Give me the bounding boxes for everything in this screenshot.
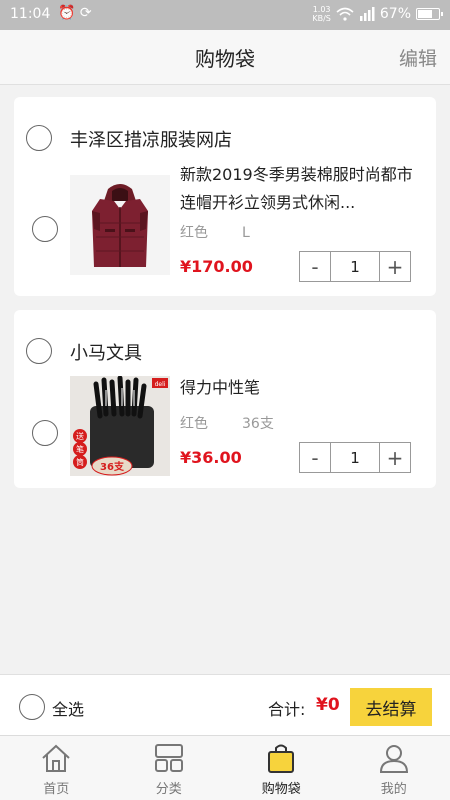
quantity-value[interactable]: 1: [330, 443, 380, 472]
decrease-quantity-button[interactable]: -: [300, 252, 330, 281]
pens-illustration: deli 送 笔 筒 36支: [70, 376, 170, 476]
item-select-radio[interactable]: [32, 216, 58, 242]
alarm-icon: ⏰: [58, 5, 76, 21]
product-size: 36支: [242, 416, 274, 432]
product-title[interactable]: 新款2019冬季男装棉服时尚都市连帽开衫立领男式休闲...: [180, 161, 420, 217]
battery-percent: 67%: [379, 6, 411, 22]
sync-icon: ⟳: [79, 5, 92, 21]
shop-card: 丰泽区措凉服装网店 新款2019冬季男装棉服时尚都市连帽开衫立领男式休闲... …: [14, 97, 436, 296]
decrease-quantity-button[interactable]: -: [300, 443, 330, 472]
wifi-icon: [336, 7, 354, 21]
select-all-radio[interactable]: [19, 694, 45, 720]
status-bar: 11:04 ⏰ ⟳ 1.03 KB/S 67%: [0, 0, 450, 30]
tab-category[interactable]: 分类: [113, 736, 226, 800]
product-spec: 红色 36支: [180, 413, 274, 433]
product-price: ¥36.00: [180, 448, 242, 467]
signal-icon: [359, 7, 375, 21]
product-image-pens[interactable]: deli 送 笔 筒 36支: [70, 376, 170, 476]
page-title: 购物袋: [195, 47, 255, 71]
tab-label: 购物袋: [261, 782, 301, 797]
tab-label: 首页: [43, 782, 70, 797]
brand-logo-text: deli: [155, 381, 166, 388]
profile-icon: [379, 745, 408, 773]
tab-shopping-bag[interactable]: 购物袋: [225, 736, 338, 800]
badge-text-2: 笔: [76, 444, 84, 454]
status-icons: ⏰ ⟳: [58, 5, 92, 21]
quantity-stepper: - 1 +: [299, 442, 411, 473]
product-title[interactable]: 得力中性笔: [180, 374, 420, 402]
badge-count-text: 36支: [100, 460, 125, 473]
tab-profile[interactable]: 我的: [338, 736, 450, 800]
item-select-radio[interactable]: [32, 420, 58, 446]
battery-icon: [416, 8, 443, 20]
badge-text-3: 筒: [76, 457, 84, 467]
tab-home[interactable]: 首页: [0, 736, 113, 800]
vest-jacket-illustration: [70, 175, 170, 275]
select-all-label[interactable]: 全选: [52, 696, 84, 720]
shop-select-radio[interactable]: [26, 125, 52, 151]
net-speed: 1.03 KB/S: [312, 5, 331, 23]
edit-button[interactable]: 编辑: [399, 44, 437, 71]
increase-quantity-button[interactable]: +: [380, 252, 410, 281]
status-time: 11:04: [10, 6, 51, 22]
badge-text-1: 送: [76, 431, 84, 441]
checkout-bar: 全选 合计: ¥0 去结算: [0, 674, 450, 735]
tab-bar: 首页 分类 购物袋 我的: [0, 735, 450, 800]
navbar: 购物袋 编辑: [0, 30, 450, 85]
net-speed-value: 1.03: [312, 5, 331, 14]
quantity-stepper: - 1 +: [299, 251, 411, 282]
product-color: 红色: [180, 225, 208, 241]
tab-label: 分类: [155, 782, 182, 797]
checkout-button[interactable]: 去结算: [350, 688, 432, 726]
total-value: ¥0: [316, 695, 340, 715]
home-icon: [42, 744, 70, 772]
product-image-jacket[interactable]: [70, 175, 170, 275]
product-size: L: [242, 225, 250, 241]
tab-label: 我的: [380, 782, 407, 797]
product-price: ¥170.00: [180, 257, 253, 276]
shopping-bag-icon: [268, 744, 295, 773]
product-color: 红色: [180, 416, 208, 432]
total-label: 合计:: [268, 700, 306, 719]
shop-name: 小马文具: [70, 343, 142, 364]
net-speed-unit: KB/S: [312, 14, 331, 23]
category-icon: [154, 744, 183, 772]
increase-quantity-button[interactable]: +: [380, 443, 410, 472]
product-spec: 红色 L: [180, 222, 250, 242]
shop-select-radio[interactable]: [26, 338, 52, 364]
shop-name: 丰泽区措凉服装网店: [70, 130, 232, 151]
shop-card: 小马文具 deli 送 笔 筒 36支 得力中性笔 红色 36支 ¥36.00 …: [14, 310, 436, 488]
quantity-value[interactable]: 1: [330, 252, 380, 281]
